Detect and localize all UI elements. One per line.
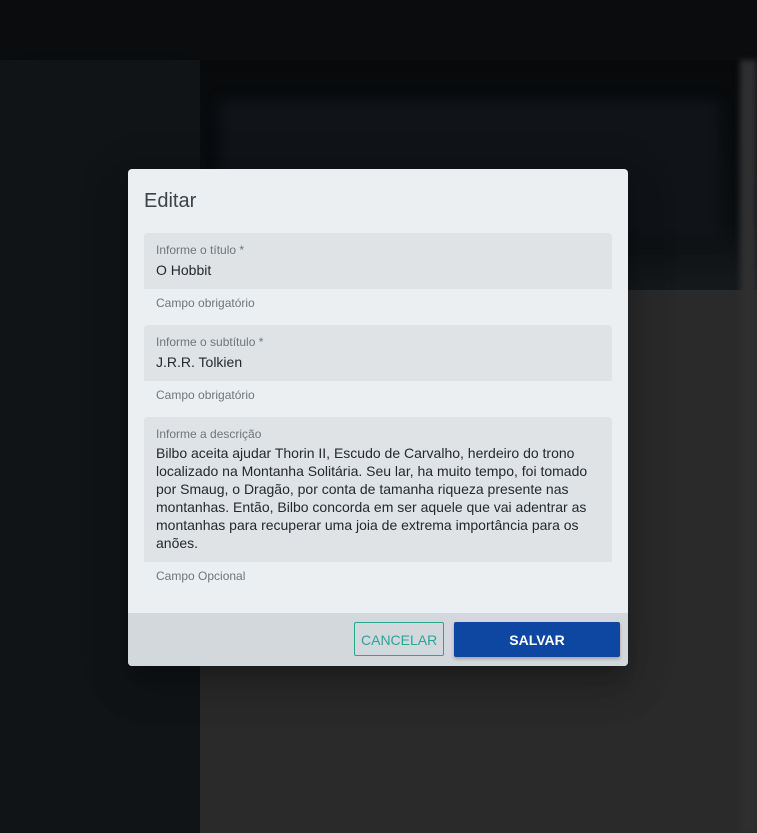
cancel-button[interactable]: CANCELAR bbox=[354, 622, 444, 656]
description-field-label: Informe a descrição bbox=[156, 427, 262, 441]
subtitle-input[interactable]: J.R.R. Tolkien bbox=[156, 353, 242, 371]
title-field-label: Informe o título * bbox=[156, 243, 245, 257]
edit-dialog: Editar Informe o título * O Hobbit Campo… bbox=[128, 169, 628, 666]
subtitle-field-hint: Campo obrigatório bbox=[156, 388, 255, 402]
title-field-hint: Campo obrigatório bbox=[156, 296, 255, 310]
dialog-title: Editar bbox=[144, 190, 197, 212]
subtitle-field-label: Informe o subtítulo * bbox=[156, 335, 264, 349]
background-right-edge bbox=[740, 60, 757, 833]
save-changes-button[interactable]: SALVAR ALTERAÇÕES bbox=[454, 622, 620, 657]
dialog-actions: CANCELAR SALVAR ALTERAÇÕES bbox=[128, 613, 628, 666]
subtitle-field[interactable]: Informe o subtítulo * J.R.R. Tolkien bbox=[144, 325, 612, 381]
title-input[interactable]: O Hobbit bbox=[156, 261, 211, 279]
title-field[interactable]: Informe o título * O Hobbit bbox=[144, 233, 612, 289]
description-field-hint: Campo Opcional bbox=[156, 569, 246, 583]
background-topbar bbox=[0, 0, 757, 60]
description-field[interactable]: Informe a descrição Bilbo aceita ajudar … bbox=[144, 417, 612, 562]
description-textarea[interactable]: Bilbo aceita ajudar Thorin II, Escudo de… bbox=[156, 444, 602, 552]
